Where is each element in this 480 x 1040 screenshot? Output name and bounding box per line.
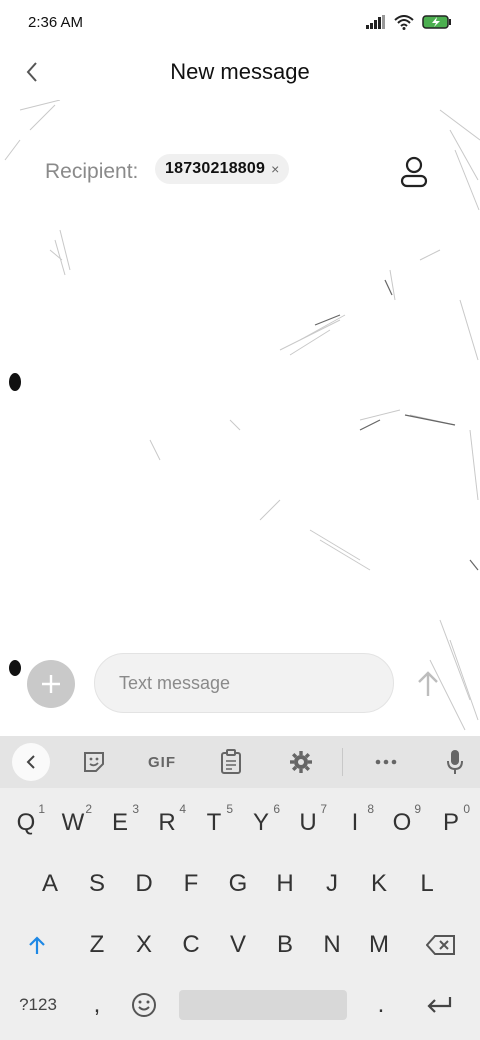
period-key[interactable]: .: [358, 980, 404, 1030]
key-y[interactable]: Y6: [238, 798, 284, 848]
keyboard: GIF Q 1 W 2 E 3 R 4 T 5 Y 6 U 7 I 8 O 9 …: [0, 736, 480, 1040]
symbols-key[interactable]: ?123: [12, 980, 64, 1030]
recipient-chip-number: 18730218809: [165, 160, 266, 177]
keyboard-toolbar: GIF: [0, 736, 480, 788]
emoji-icon: [132, 993, 156, 1017]
plus-icon: [42, 675, 60, 693]
clipboard-button[interactable]: [211, 744, 251, 780]
emoji-key[interactable]: [121, 980, 167, 1030]
person-icon: [400, 156, 428, 188]
enter-icon: [427, 997, 452, 1013]
key-w[interactable]: W2: [50, 798, 96, 848]
voice-input-button[interactable]: [435, 744, 475, 780]
more-horizontal-icon: [375, 759, 397, 765]
message-input[interactable]: Text message: [94, 653, 394, 713]
key-n[interactable]: N: [309, 920, 355, 970]
enter-key[interactable]: [416, 980, 462, 1030]
key-q[interactable]: Q1: [3, 798, 49, 848]
sticker-button[interactable]: [74, 744, 114, 780]
key-a[interactable]: A: [27, 859, 73, 909]
key-k[interactable]: K: [356, 859, 402, 909]
gif-label: GIF: [148, 753, 176, 771]
space-key[interactable]: [179, 990, 347, 1020]
status-icons: [366, 14, 452, 30]
status-time: 2:36 AM: [28, 13, 84, 31]
toolbar-divider: [342, 748, 343, 776]
key-h[interactable]: H: [262, 859, 308, 909]
backspace-key[interactable]: [418, 920, 464, 970]
key-t[interactable]: T5: [191, 798, 237, 848]
gif-button[interactable]: GIF: [140, 744, 184, 780]
settings-button[interactable]: [281, 744, 321, 780]
more-button[interactable]: [366, 744, 406, 780]
microphone-icon: [447, 750, 463, 774]
back-button[interactable]: [14, 54, 50, 90]
key-f[interactable]: F: [168, 859, 214, 909]
header: New message: [0, 44, 480, 100]
compose-bar: Text message: [0, 650, 480, 716]
arrow-up-icon: [418, 671, 438, 696]
key-g[interactable]: G: [215, 859, 261, 909]
page-title: New message: [170, 59, 310, 84]
gear-icon: [290, 751, 312, 773]
recipient-label: Recipient:: [45, 160, 139, 183]
shift-key[interactable]: [14, 920, 60, 970]
key-m[interactable]: M: [356, 920, 402, 970]
sticker-icon: [84, 752, 104, 772]
key-z[interactable]: Z: [74, 920, 120, 970]
key-b[interactable]: B: [262, 920, 308, 970]
key-v[interactable]: V: [215, 920, 261, 970]
battery-charging-icon: [422, 15, 451, 29]
key-p[interactable]: P0: [428, 798, 474, 848]
key-d[interactable]: D: [121, 859, 167, 909]
key-c[interactable]: C: [168, 920, 214, 970]
key-r[interactable]: R4: [144, 798, 190, 848]
comma-key[interactable]: ,: [74, 980, 120, 1030]
chevron-left-icon: [26, 755, 35, 769]
signal-icon: [366, 15, 385, 29]
key-o[interactable]: O9: [379, 798, 425, 848]
key-e[interactable]: E3: [97, 798, 143, 848]
shift-arrow-icon: [29, 936, 45, 954]
recipient-chip[interactable]: 18730218809 ×: [155, 154, 290, 184]
chevron-left-icon: [26, 62, 37, 82]
remove-recipient-icon[interactable]: ×: [271, 161, 279, 177]
keyboard-collapse-button[interactable]: [12, 743, 50, 781]
key-j[interactable]: J: [309, 859, 355, 909]
key-l[interactable]: L: [404, 859, 450, 909]
wifi-icon: [394, 14, 414, 30]
attach-button[interactable]: [27, 660, 75, 708]
key-i[interactable]: I8: [332, 798, 378, 848]
clipboard-icon: [221, 749, 241, 774]
contact-picker-button[interactable]: [394, 152, 434, 192]
key-s[interactable]: S: [74, 859, 120, 909]
backspace-icon: [426, 935, 455, 955]
send-button[interactable]: [404, 660, 452, 708]
key-u[interactable]: U7: [285, 798, 331, 848]
recipient-row: Recipient: 18730218809 ×: [0, 148, 480, 196]
key-x[interactable]: X: [121, 920, 167, 970]
status-bar: 2:36 AM: [0, 0, 480, 44]
